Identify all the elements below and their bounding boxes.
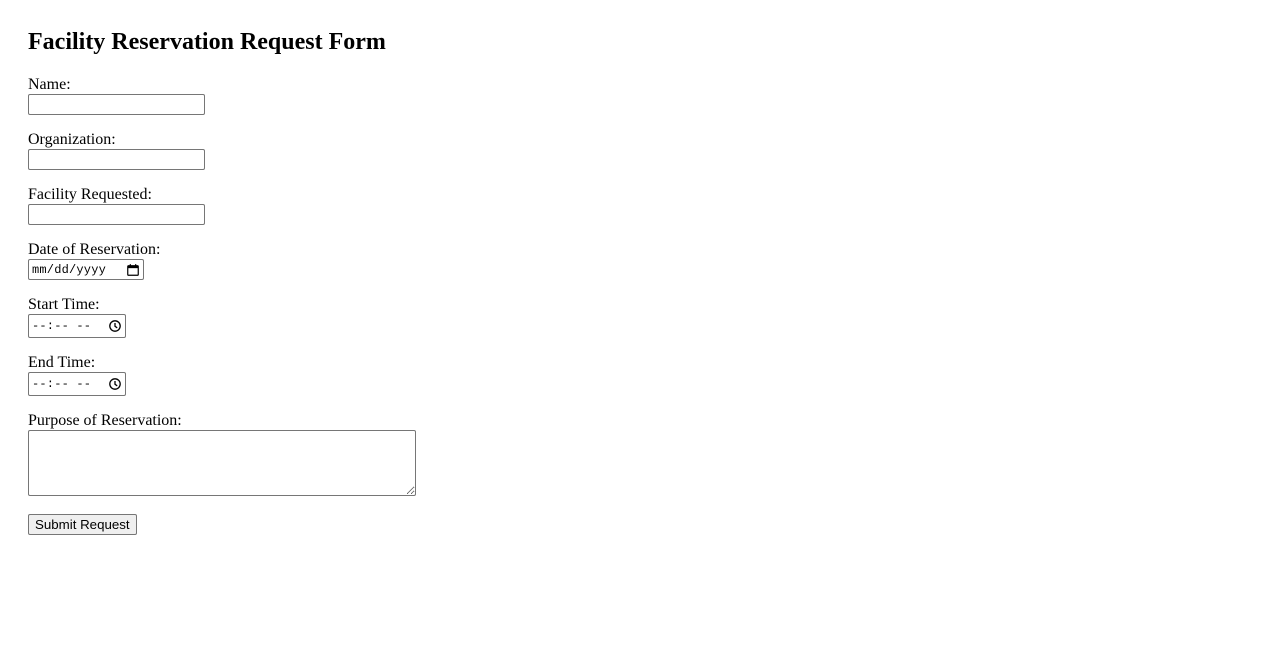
facility-input[interactable] <box>28 204 205 225</box>
clock-icon[interactable] <box>108 320 121 333</box>
name-label: Name: <box>28 76 71 93</box>
end-time-placeholder: --:-- -- <box>32 377 92 391</box>
start-time-label: Start Time: <box>28 296 100 313</box>
date-input[interactable]: mm/dd/yyyy <box>28 259 144 280</box>
organization-label: Organization: <box>28 131 116 148</box>
facility-field-group: Facility Requested: <box>28 186 1250 225</box>
end-time-input[interactable]: --:-- -- <box>28 372 126 396</box>
date-placeholder: mm/dd/yyyy <box>32 262 107 277</box>
purpose-textarea[interactable] <box>28 430 416 496</box>
end-time-label: End Time: <box>28 354 96 371</box>
reservation-form: Name: Organization: Facility Requested: … <box>28 76 1250 535</box>
date-field-group: Date of Reservation: mm/dd/yyyy <box>28 241 1250 280</box>
purpose-field-group: Purpose of Reservation: <box>28 412 1250 496</box>
name-input[interactable] <box>28 94 205 115</box>
submit-request-button[interactable]: Submit Request <box>28 514 137 535</box>
page-title: Facility Reservation Request Form <box>28 29 386 55</box>
date-label: Date of Reservation: <box>28 241 161 258</box>
name-field-group: Name: <box>28 76 1250 115</box>
end-time-field-group: End Time: --:-- -- <box>28 354 1250 396</box>
start-time-placeholder: --:-- -- <box>32 319 92 333</box>
organization-field-group: Organization: <box>28 131 1250 170</box>
calendar-icon[interactable] <box>126 263 139 276</box>
start-time-input[interactable]: --:-- -- <box>28 314 126 338</box>
organization-input[interactable] <box>28 149 205 170</box>
start-time-field-group: Start Time: --:-- -- <box>28 296 1250 338</box>
clock-icon[interactable] <box>108 378 121 391</box>
purpose-label: Purpose of Reservation: <box>28 412 182 429</box>
facility-label: Facility Requested: <box>28 186 152 203</box>
page: Facility Reservation Request Form Name: … <box>0 0 1278 543</box>
